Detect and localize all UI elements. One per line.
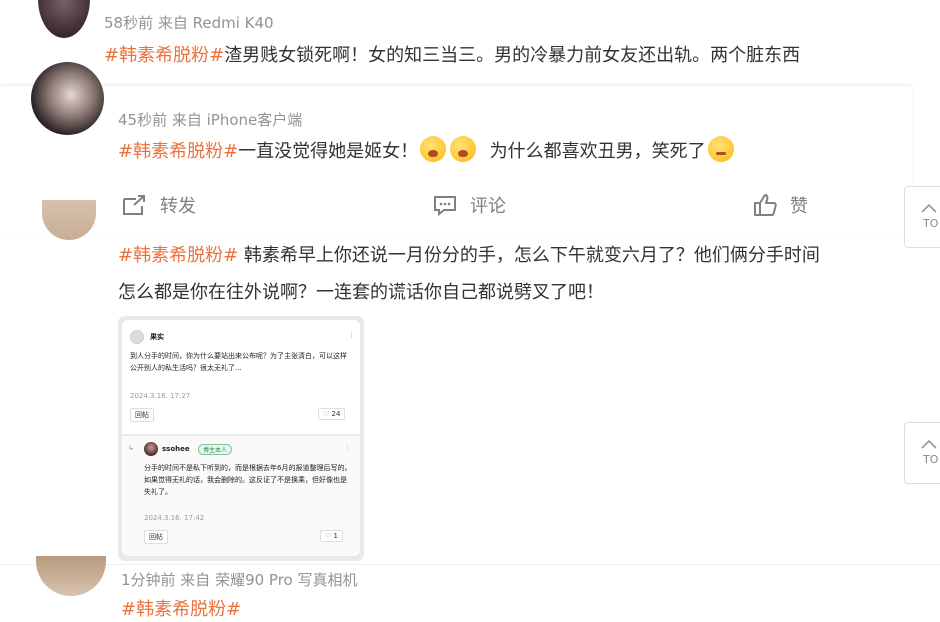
image-timestamp: 2024.3.16. 17:42 bbox=[144, 514, 205, 522]
hashtag-link[interactable]: #韩素希脱粉# bbox=[121, 599, 241, 620]
divider bbox=[0, 564, 940, 565]
avatar[interactable] bbox=[31, 62, 104, 135]
avatar bbox=[144, 442, 158, 456]
image-reply-block: ↳ ssohee 博主本人 ⋮ 分手的时间不是私下听到的，而是根据去年6月的报道… bbox=[122, 436, 360, 556]
post-body: 韩素希早上你还说一月份分的手，怎么下午就变六月了？他们俩分手时间 bbox=[238, 245, 820, 266]
post-meta: 1分钟前 来自 荣耀90 Pro 写真相机 bbox=[121, 571, 358, 589]
hashtag-link[interactable]: #韩素希脱粉# bbox=[118, 245, 238, 266]
image-text: 如果觉得无礼的话，我会删除的。这反证了不是换乘，但好像也是 bbox=[144, 476, 347, 484]
image-like-count: ♡ 1 bbox=[320, 530, 343, 542]
image-text: 分手的时间不是私下听到的，而是根据去年6月的报道整理后写的。 bbox=[144, 464, 352, 472]
sweat-smile-emoji-icon bbox=[707, 136, 734, 162]
post-meta: 58秒前 来自 Redmi K40 bbox=[104, 14, 274, 32]
heart-icon: ♡ bbox=[323, 410, 330, 418]
more-icon: ⋮ bbox=[348, 331, 355, 339]
post-text: #韩素希脱粉# 韩素希早上你还说一月份分的手，怎么下午就变六月了？他们俩分手时间 bbox=[118, 238, 820, 274]
fearful-emoji-icon bbox=[450, 136, 477, 162]
post-body: 一直没觉得她是姬女！ bbox=[238, 141, 419, 162]
more-icon: ⋮ bbox=[344, 444, 351, 452]
post-text: #韩素希脱粉#渣男贱女锁死啊！女的知三当三。男的冷暴力前女友还出轨。两个脏东西 bbox=[104, 38, 800, 74]
post-image[interactable]: 果实 ⋮ 到人分手的时间，你为什么要站出来公布呢？为了主张清白，可以这样 公开别… bbox=[118, 316, 364, 561]
chevron-up-icon bbox=[921, 203, 937, 213]
image-text: 到人分手的时间，你为什么要站出来公布呢？为了主张清白，可以这样 bbox=[130, 352, 347, 360]
comment-icon bbox=[434, 196, 456, 217]
image-comment-block: 果实 ⋮ 到人分手的时间，你为什么要站出来公布呢？为了主张清白，可以这样 公开别… bbox=[122, 320, 360, 434]
back-to-top-label: TO bbox=[923, 217, 939, 230]
chevron-up-icon bbox=[921, 439, 937, 449]
hashtag-link[interactable]: #韩素希脱粉# bbox=[104, 45, 224, 66]
image-like-count: ♡ 24 bbox=[318, 408, 346, 420]
like-label: 赞 bbox=[790, 196, 808, 217]
post-text: #韩素希脱粉# bbox=[121, 592, 241, 622]
avatar[interactable] bbox=[38, 0, 90, 38]
fearful-emoji-icon bbox=[420, 136, 447, 162]
repost-button[interactable]: 转发 bbox=[120, 190, 196, 220]
image-text: 公开别人的私生活吗？很太无礼了... bbox=[130, 364, 242, 372]
avatar[interactable] bbox=[36, 556, 106, 596]
image-reply-button: 回帖 bbox=[130, 408, 154, 422]
image-username: 果实 bbox=[150, 333, 164, 341]
hashtag-link[interactable]: #韩素希脱粉# bbox=[118, 141, 238, 162]
thumbs-up-icon bbox=[754, 194, 777, 216]
image-timestamp: 2024.3.16. 17:27 bbox=[130, 392, 191, 400]
post-meta: 45秒前 来自 iPhone客户端 bbox=[118, 111, 303, 129]
like-button[interactable]: 赞 bbox=[752, 190, 808, 220]
avatar bbox=[130, 330, 144, 344]
back-to-top-button[interactable]: TO bbox=[904, 422, 940, 484]
post-body: 渣男贱女锁死啊！女的知三当三。男的冷暴力前女友还出轨。两个脏东西 bbox=[224, 45, 801, 66]
heart-icon: ♡ bbox=[325, 532, 332, 540]
author-badge: 博主本人 bbox=[198, 444, 233, 455]
repost-label: 转发 bbox=[160, 196, 196, 217]
reply-arrow-icon: ↳ bbox=[128, 444, 134, 452]
comment-button[interactable]: 评论 bbox=[432, 190, 506, 220]
image-text: 失礼了。 bbox=[144, 488, 172, 496]
repost-icon bbox=[123, 195, 145, 215]
image-username: ssohee bbox=[162, 445, 190, 453]
image-reply-button: 回帖 bbox=[144, 530, 168, 544]
back-to-top-label: TO bbox=[923, 453, 939, 466]
post-text: #韩素希脱粉#一直没觉得她是姬女！ 为什么都喜欢丑男，笑死了 bbox=[118, 134, 736, 170]
back-to-top-button[interactable]: TO bbox=[904, 186, 940, 248]
post-text: 怎么都是你在往外说啊？一连套的谎话你自己都说劈叉了吧！ bbox=[118, 282, 604, 303]
comment-label: 评论 bbox=[470, 196, 506, 217]
post-body: 为什么都喜欢丑男，笑死了 bbox=[489, 141, 706, 162]
